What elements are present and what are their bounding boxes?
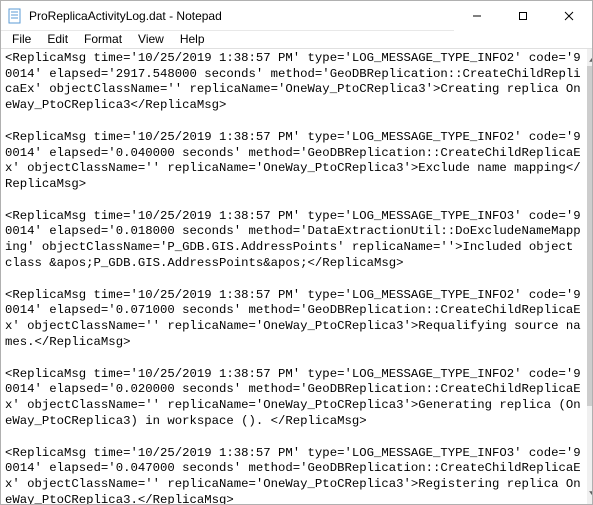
maximize-button[interactable] <box>500 1 546 31</box>
log-entry: <ReplicaMsg time='10/25/2019 1:38:57 PM'… <box>5 130 585 193</box>
menu-help[interactable]: Help <box>173 31 212 47</box>
log-entry: <ReplicaMsg time='10/25/2019 1:38:57 PM'… <box>5 51 585 114</box>
menu-format[interactable]: Format <box>77 31 129 47</box>
scroll-down-button[interactable] <box>587 487 592 504</box>
editor-area: <ReplicaMsg time='10/25/2019 1:38:57 PM'… <box>1 48 592 504</box>
log-entry: <ReplicaMsg time='10/25/2019 1:38:57 PM'… <box>5 367 585 430</box>
menu-file[interactable]: File <box>5 31 38 47</box>
log-entry: <ReplicaMsg time='10/25/2019 1:38:57 PM'… <box>5 288 585 351</box>
log-entry: <ReplicaMsg time='10/25/2019 1:38:57 PM'… <box>5 446 585 504</box>
notepad-icon <box>7 8 23 24</box>
scroll-thumb[interactable] <box>587 66 592 406</box>
window-title: ProReplicaActivityLog.dat - Notepad <box>29 9 222 23</box>
text-editor[interactable]: <ReplicaMsg time='10/25/2019 1:38:57 PM'… <box>1 48 587 504</box>
vertical-scrollbar[interactable] <box>587 48 592 504</box>
menubar: File Edit Format View Help <box>1 31 592 48</box>
titlebar[interactable]: ProReplicaActivityLog.dat - Notepad <box>1 1 592 31</box>
log-entry: <ReplicaMsg time='10/25/2019 1:38:57 PM'… <box>5 209 585 272</box>
notepad-window: ProReplicaActivityLog.dat - Notepad File… <box>0 0 593 505</box>
minimize-button[interactable] <box>454 1 500 31</box>
menu-view[interactable]: View <box>131 31 171 47</box>
menu-edit[interactable]: Edit <box>40 31 75 47</box>
close-button[interactable] <box>546 1 592 31</box>
scroll-up-button[interactable] <box>587 49 592 66</box>
